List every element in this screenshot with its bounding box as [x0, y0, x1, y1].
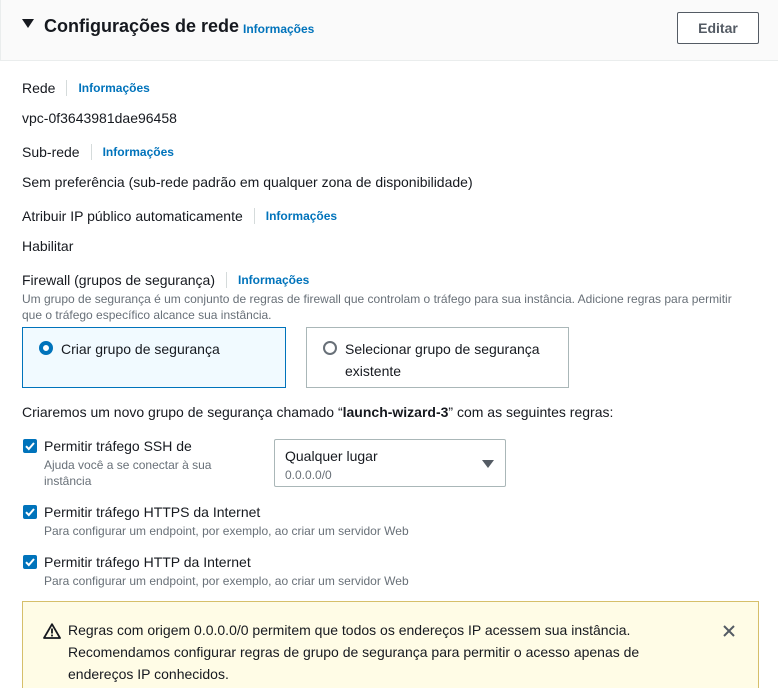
public-ip-info-link[interactable]: Informações — [266, 209, 337, 223]
warning-icon — [43, 623, 61, 639]
public-ip-value: Habilitar — [22, 238, 74, 254]
https-checkbox[interactable] — [23, 505, 37, 519]
ssh-label[interactable]: Permitir tráfego SSH de — [44, 438, 192, 454]
https-label[interactable]: Permitir tráfego HTTPS da Internet — [44, 504, 260, 520]
ssh-source-cidr: 0.0.0.0/0 — [285, 468, 332, 482]
radio-selected-icon[interactable] — [39, 341, 53, 355]
firewall-label-row: Firewall (grupos de segurança) Informaçõ… — [22, 272, 309, 288]
subnet-info-link[interactable]: Informações — [103, 145, 174, 159]
rules-intro-suffix: ” com as seguintes regras: — [448, 404, 614, 420]
divider — [225, 272, 227, 288]
ssh-source-select[interactable]: Qualquer lugar 0.0.0.0/0 — [274, 439, 506, 487]
create-security-group-label: Criar grupo de segurança — [61, 341, 220, 357]
divider — [66, 80, 68, 96]
subnet-value: Sem preferência (sub-rede padrão em qual… — [22, 174, 473, 190]
firewall-info-link[interactable]: Informações — [238, 273, 309, 287]
network-value: vpc-0f3643981dae96458 — [22, 110, 177, 126]
select-existing-line2: existente — [345, 363, 402, 379]
warning-line1: Regras com origem 0.0.0.0/0 permitem que… — [68, 622, 631, 638]
divider — [90, 144, 92, 160]
http-label[interactable]: Permitir tráfego HTTP da Internet — [44, 554, 251, 570]
check-icon — [25, 442, 35, 451]
section-title: Configurações de rede — [44, 16, 240, 36]
warning-line3: endereços IP conhecidos. — [68, 666, 229, 682]
select-existing-security-group-tile[interactable]: Selecionar grupo de segurança existente — [306, 327, 569, 388]
rules-intro: Criaremos um novo grupo de segurança cha… — [22, 404, 613, 420]
dropdown-arrow-icon — [482, 460, 494, 468]
ssh-source-value: Qualquer lugar — [285, 448, 378, 464]
security-group-name: launch-wizard-3 — [342, 404, 449, 420]
warning-line2: Recomendamos configurar regras de grupo … — [68, 644, 640, 660]
divider — [253, 208, 255, 224]
network-label: Rede — [22, 80, 56, 96]
warning-message: Regras com origem 0.0.0.0/0 permitem que… — [68, 619, 648, 685]
firewall-description-line1: Um grupo de segurança é um conjunto de r… — [22, 292, 732, 306]
section-header: Configurações de rede Informações Editar — [0, 0, 778, 61]
edit-button[interactable]: Editar — [677, 12, 759, 44]
rules-intro-prefix: Criaremos um novo grupo de segurança cha… — [22, 404, 343, 420]
create-security-group-tile[interactable]: Criar grupo de segurança — [22, 327, 286, 388]
public-ip-label: Atribuir IP público automaticamente — [22, 208, 243, 224]
select-existing-security-group-label: Selecionar grupo de segurança existente — [345, 338, 540, 382]
firewall-description-line2: que o tráfego específico alcance sua ins… — [22, 308, 272, 322]
ssh-description-line2: instância — [44, 474, 92, 488]
firewall-description: Um grupo de segurança é um conjunto de r… — [22, 291, 742, 323]
subnet-label-row: Sub-rede Informações — [22, 144, 174, 160]
network-info-link[interactable]: Informações — [78, 81, 149, 95]
radio-unselected-icon[interactable] — [323, 341, 337, 355]
select-existing-line1: Selecionar grupo de segurança — [345, 341, 540, 357]
http-checkbox[interactable] — [23, 555, 37, 569]
ssh-description-line1: Ajuda você a se conectar à sua — [44, 458, 212, 472]
caret-down-icon[interactable] — [22, 19, 34, 28]
info-link[interactable]: Informações — [243, 22, 314, 36]
ssh-checkbox[interactable] — [23, 439, 37, 453]
check-icon — [25, 558, 35, 567]
warning-alert: Regras com origem 0.0.0.0/0 permitem que… — [22, 601, 759, 688]
ssh-description: Ajuda você a se conectar à sua instância — [44, 457, 211, 489]
public-ip-label-row: Atribuir IP público automaticamente Info… — [22, 208, 337, 224]
firewall-label: Firewall (grupos de segurança) — [22, 272, 215, 288]
https-description: Para configurar um endpoint, por exemplo… — [44, 524, 409, 538]
close-icon[interactable] — [721, 623, 737, 639]
check-icon — [25, 508, 35, 517]
subnet-label: Sub-rede — [22, 144, 80, 160]
network-label-row: Rede Informações — [22, 80, 150, 96]
http-description: Para configurar um endpoint, por exemplo… — [44, 574, 409, 588]
